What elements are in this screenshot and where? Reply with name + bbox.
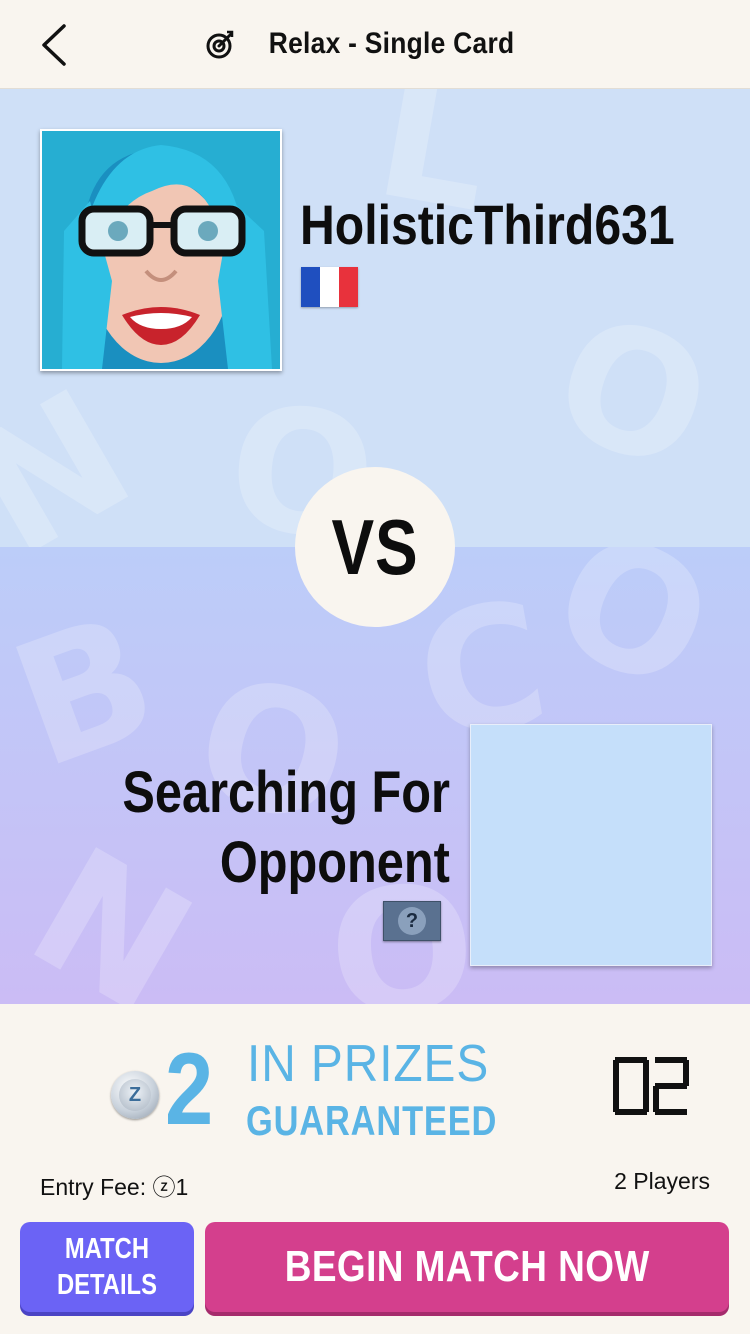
background-letter: O xyxy=(530,276,735,512)
z-coin-icon: Z xyxy=(111,1071,159,1119)
searching-status-line2: Opponent xyxy=(219,830,450,895)
versus-label: VS xyxy=(331,502,419,591)
france-flag-icon xyxy=(301,267,358,307)
avatar-illustration xyxy=(42,131,280,369)
in-prizes-label: IN PRIZES xyxy=(247,1035,490,1093)
opponent-avatar-placeholder xyxy=(470,724,712,966)
begin-match-button[interactable]: BEGIN MATCH NOW xyxy=(205,1222,729,1312)
top-bar: Relax - Single Card xyxy=(0,0,750,89)
timer-value: 02 xyxy=(612,1056,614,1057)
match-details-label: MATCH DETAILS xyxy=(57,1233,157,1301)
player-username: HolisticThird631 xyxy=(300,193,675,256)
help-button[interactable]: ? xyxy=(383,901,441,941)
target-icon xyxy=(206,30,234,59)
coin-symbol: Z xyxy=(119,1079,151,1111)
versus-badge: VS xyxy=(295,467,455,627)
question-icon: ? xyxy=(398,907,426,935)
match-details-button[interactable]: MATCH DETAILS xyxy=(20,1222,194,1312)
background-letter: N xyxy=(0,352,163,547)
guaranteed-label: GUARANTEED xyxy=(246,1097,498,1144)
player-count-label: 2 Players xyxy=(614,1168,710,1194)
searching-status-line1: Searching For xyxy=(122,760,450,825)
entry-fee-label: Entry Fee: ⓩ1 xyxy=(40,1174,189,1200)
player-avatar xyxy=(40,129,282,371)
background-letter: O xyxy=(524,547,740,733)
page-title: Relax - Single Card xyxy=(269,27,515,60)
countdown-timer: 02 xyxy=(612,1056,689,1115)
header-title-group: Relax - Single Card xyxy=(0,0,750,88)
searching-status: Searching For Opponent xyxy=(30,758,450,898)
prize-amount: 2 xyxy=(165,1032,214,1146)
begin-match-label: BEGIN MATCH NOW xyxy=(284,1242,650,1291)
